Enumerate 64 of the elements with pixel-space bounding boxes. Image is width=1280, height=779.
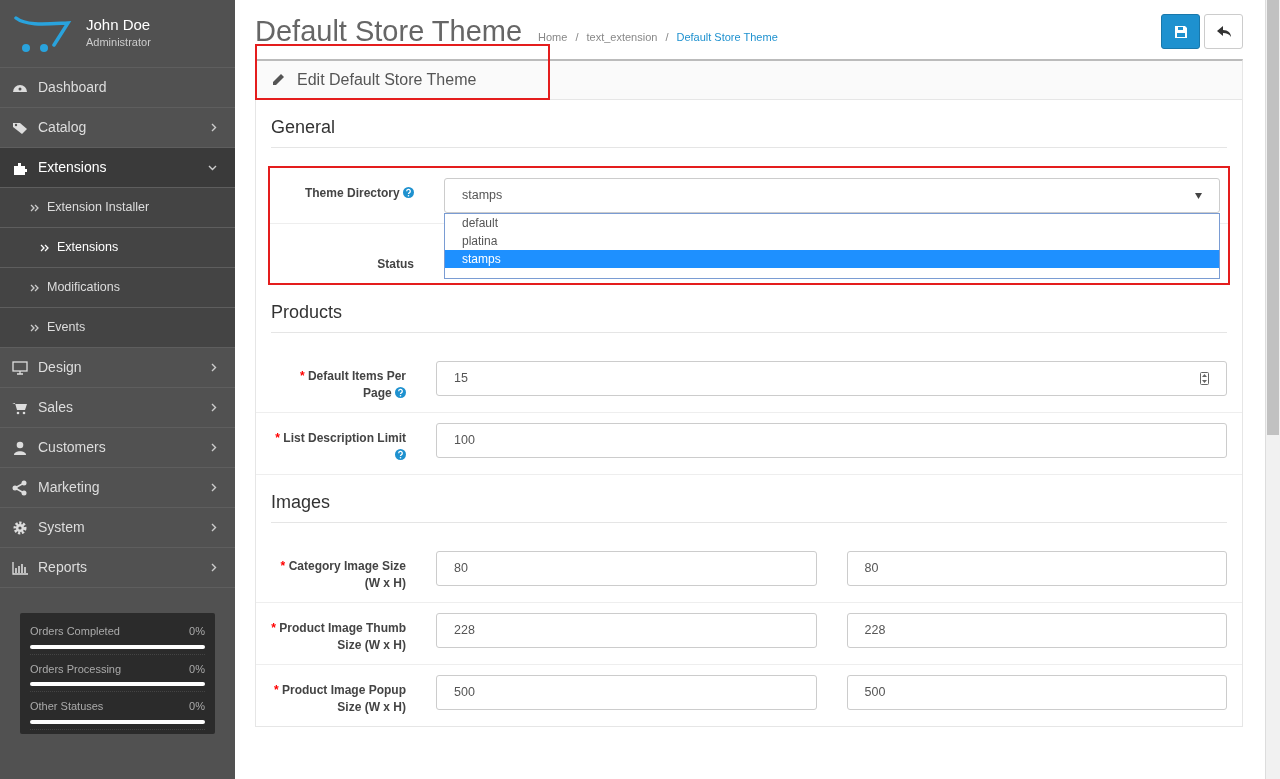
field-label: Status [376,256,414,273]
user-role: Administrator [86,34,151,50]
menu-item[interactable]: Dashboard [0,68,235,108]
field-label: * Product Image Popup Size (W x H) [272,682,406,716]
section-title: General [271,100,1227,148]
theme-select[interactable]: stamps [444,178,1220,213]
dropdown-option[interactable]: default [445,214,1219,232]
dropdown-arrow-icon [1195,192,1202,199]
breadcrumb-link[interactable]: text_extension [586,29,658,46]
field-label: * Category Image Size (W x H) [279,558,406,592]
double-chevron-icon [30,283,39,292]
double-chevron-icon [40,243,49,252]
field-label: Theme Directory [279,178,414,202]
double-chevron-icon [30,203,39,212]
number-field[interactable]: 15 [436,361,1227,396]
menu-item[interactable]: Design [0,348,235,388]
menu-item[interactable]: Extensions [0,148,235,188]
height-field[interactable]: 500 [846,675,1227,710]
submenu-item[interactable]: Modifications [0,268,235,308]
width-field[interactable]: 80 [436,551,817,586]
width-field[interactable]: 500 [436,675,817,710]
menu-item[interactable]: Sales [0,388,235,428]
menu-item[interactable]: Reports [0,548,235,588]
breadcrumb-link[interactable]: Home [538,29,568,46]
monitor-icon [12,359,28,376]
field-label: * Product Image Thumb Size (W x H) [271,620,406,654]
stat-value: 0% [189,661,205,677]
double-chevron-icon [30,323,39,332]
user-icon [12,439,28,456]
stat-label: Orders Completed [30,624,120,639]
panel-title: Edit Default Store Theme [255,44,551,100]
section-title: Products [271,285,1227,333]
section-title: Images [271,475,1227,523]
back-button[interactable] [1204,14,1243,49]
spinner-icon [1200,372,1209,385]
text-field[interactable]: 100 [436,423,1227,458]
submenu-item[interactable]: Extension Installer [0,188,235,228]
submenu-item[interactable]: Extensions [0,228,235,268]
stat-label: Other Statuses [30,699,104,714]
bar-chart-icon [12,559,28,576]
stat-value: 0% [189,699,205,714]
height-field[interactable]: 228 [846,613,1227,648]
height-field[interactable]: 80 [846,551,1227,586]
stat-label: Orders Processing [30,661,122,677]
cart-logo [14,13,72,54]
menu-item[interactable]: Customers [0,428,235,468]
reply-arrow-icon [1216,25,1231,38]
breadcrumb-separator: / [575,30,579,46]
share-icon [12,479,28,496]
breadcrumb-link[interactable]: Default Store Theme [676,29,778,46]
dropdown-option[interactable]: platina [445,232,1219,250]
submenu-item[interactable]: Events [0,308,235,348]
pencil-icon [271,73,285,87]
stat-value: 0% [189,624,205,639]
user-name: John Doe [86,17,151,34]
width-field[interactable]: 228 [436,613,817,648]
menu-item[interactable]: System [0,508,235,548]
field-label: * Default Items Per Page [298,368,406,402]
field-label: * List Description Limit [271,423,406,464]
save-icon [1174,25,1187,38]
save-button[interactable] [1161,14,1200,49]
menu-item[interactable]: Marketing [0,468,235,508]
gear-icon [12,519,28,536]
breadcrumb-separator: / [665,30,669,46]
